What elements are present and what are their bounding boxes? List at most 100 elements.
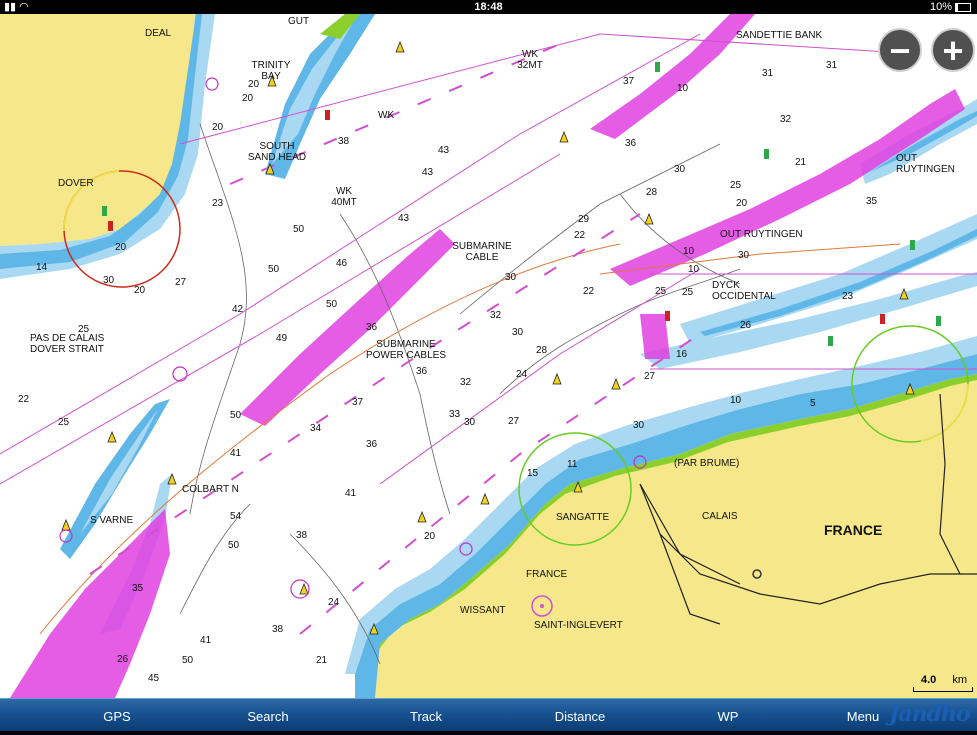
depth-sounding: 10 bbox=[683, 246, 695, 257]
depth-sounding: 37 bbox=[352, 397, 364, 408]
logo-text: Jandho bbox=[889, 701, 971, 727]
label-south-sand-head: SOUTH SAND HEAD bbox=[242, 141, 312, 163]
depth-sounding: 41 bbox=[230, 448, 242, 459]
depth-sounding: 50 bbox=[182, 655, 194, 666]
depth-sounding: 43 bbox=[422, 167, 434, 178]
depth-sounding: 30 bbox=[738, 250, 750, 261]
depth-sounding: 33 bbox=[449, 409, 461, 420]
depth-sounding: 20 bbox=[134, 285, 146, 296]
depth-sounding: 36 bbox=[366, 322, 378, 333]
depth-sounding: 36 bbox=[366, 439, 378, 450]
depth-sounding: 30 bbox=[103, 275, 115, 286]
depth-sounding: 10 bbox=[677, 83, 689, 94]
label-france-country: FRANCE bbox=[824, 522, 883, 538]
depth-sounding: 20 bbox=[115, 242, 127, 253]
scale-bar bbox=[913, 687, 973, 692]
label-sandettie-bank: SANDETTIE BANK bbox=[736, 30, 823, 41]
label-trinity-bay: TRINITY BAY bbox=[250, 60, 292, 82]
depth-sounding: 43 bbox=[398, 213, 410, 224]
distance-button[interactable]: Distance bbox=[530, 699, 630, 731]
chart-canvas bbox=[0, 14, 977, 698]
depth-sounding: 50 bbox=[326, 299, 338, 310]
label-sc-line2: CABLE bbox=[465, 252, 499, 263]
label-gut: GUT bbox=[288, 16, 310, 27]
depth-sounding: 43 bbox=[438, 145, 450, 156]
label-ssh-line2: SAND HEAD bbox=[247, 152, 307, 163]
label-wk-40mt: WK 40MT bbox=[324, 186, 364, 208]
label-submarine-cable: SUBMARINE CABLE bbox=[442, 241, 522, 263]
label-spc-line2: POWER CABLES bbox=[365, 350, 447, 361]
depth-sounding: 21 bbox=[316, 655, 328, 666]
depth-sounding: 20 bbox=[212, 122, 224, 133]
depth-sounding: 20 bbox=[736, 198, 748, 209]
nautical-chart[interactable]: 20 20 20 38 43 43 43 37 10 36 31 30 32 3… bbox=[0, 14, 977, 698]
map-scale: 4.0 km bbox=[913, 674, 973, 692]
depth-sounding: 36 bbox=[416, 366, 428, 377]
zoom-in-button[interactable]: + bbox=[931, 28, 975, 72]
depth-sounding: 22 bbox=[583, 286, 595, 297]
status-time: 18:48 bbox=[474, 1, 503, 13]
depth-sounding: 26 bbox=[117, 654, 129, 665]
label-wk32-line1: WK bbox=[521, 49, 539, 60]
label-trinity-line2: BAY bbox=[261, 71, 281, 82]
depth-sounding: 14 bbox=[36, 262, 48, 273]
anchorage-marker bbox=[205, 77, 219, 91]
brand-logo: Jandho bbox=[883, 701, 973, 729]
depth-sounding: 30 bbox=[505, 272, 517, 283]
depth-sounding: 31 bbox=[826, 60, 838, 71]
depth-sounding: 32 bbox=[490, 310, 502, 321]
zoom-out-button[interactable]: − bbox=[878, 28, 922, 72]
depth-sounding: 22 bbox=[18, 394, 30, 405]
label-trinity-line1: TRINITY bbox=[251, 60, 291, 71]
label-dover: DOVER bbox=[58, 178, 94, 189]
depth-sounding: 30 bbox=[512, 327, 524, 338]
depth-sounding: 30 bbox=[633, 420, 645, 431]
depth-sounding: 27 bbox=[508, 416, 520, 427]
scale-value: 4.0 bbox=[921, 674, 937, 686]
depth-sounding: 15 bbox=[527, 468, 539, 479]
depth-sounding: 21 bbox=[795, 157, 807, 168]
gps-button[interactable]: GPS bbox=[67, 699, 167, 731]
depth-sounding: 27 bbox=[175, 277, 187, 288]
label-pas-de-calais: PAS DE CALAIS DOVER STRAIT bbox=[30, 333, 104, 355]
depth-sounding: 50 bbox=[228, 540, 240, 551]
depth-sounding: 23 bbox=[212, 198, 224, 209]
battery-indicator: 10% bbox=[930, 0, 971, 14]
depth-sounding: 30 bbox=[464, 417, 476, 428]
depth-sounding: 11 bbox=[567, 459, 578, 470]
label-calais: CALAIS bbox=[702, 511, 738, 522]
depth-sounding: 49 bbox=[276, 333, 288, 344]
label-dyck-line1: DYCK bbox=[712, 280, 740, 291]
label-submarine-power-cables: SUBMARINE POWER CABLES bbox=[358, 339, 454, 361]
label-france: FRANCE bbox=[526, 569, 568, 580]
depth-sounding: 25 bbox=[682, 287, 694, 298]
bottom-toolbar: GPS Search Track Distance WP Menu Jandho bbox=[0, 698, 977, 731]
label-pdc-line1: PAS DE CALAIS bbox=[30, 333, 105, 344]
label-sangatte: SANGATTE bbox=[556, 512, 610, 523]
label-our-line2: RUYTINGEN bbox=[896, 164, 955, 175]
depth-sounding: 42 bbox=[232, 304, 244, 315]
label-ssh-line1: SOUTH bbox=[259, 141, 295, 152]
battery-percent: 10% bbox=[929, 1, 952, 13]
label-out-ruytingen: OUT RUYTINGEN bbox=[720, 229, 803, 240]
battery-icon bbox=[955, 2, 971, 12]
depth-sounding: 30 bbox=[674, 164, 686, 175]
track-button[interactable]: Track bbox=[376, 699, 476, 731]
wp-button[interactable]: WP bbox=[678, 699, 778, 731]
depth-sounding: 32 bbox=[780, 114, 792, 125]
depth-sounding: 23 bbox=[842, 291, 854, 302]
traffic-separation-zone bbox=[240, 229, 455, 426]
depth-sounding: 5 bbox=[810, 398, 816, 409]
depth-sounding: 50 bbox=[293, 224, 305, 235]
label-wk32-line2: 32MT bbox=[517, 60, 543, 71]
depth-sounding: 38 bbox=[272, 624, 284, 635]
search-button[interactable]: Search bbox=[218, 699, 318, 731]
depth-sounding: 20 bbox=[424, 531, 436, 542]
depth-sounding: 26 bbox=[740, 320, 752, 331]
depth-sounding: 28 bbox=[646, 187, 658, 198]
depth-sounding: 16 bbox=[676, 349, 688, 360]
depth-sounding: 41 bbox=[200, 635, 212, 646]
depth-sounding: 20 bbox=[242, 93, 254, 104]
depth-sounding: 31 bbox=[762, 68, 774, 79]
depth-sounding: 50 bbox=[230, 410, 242, 421]
